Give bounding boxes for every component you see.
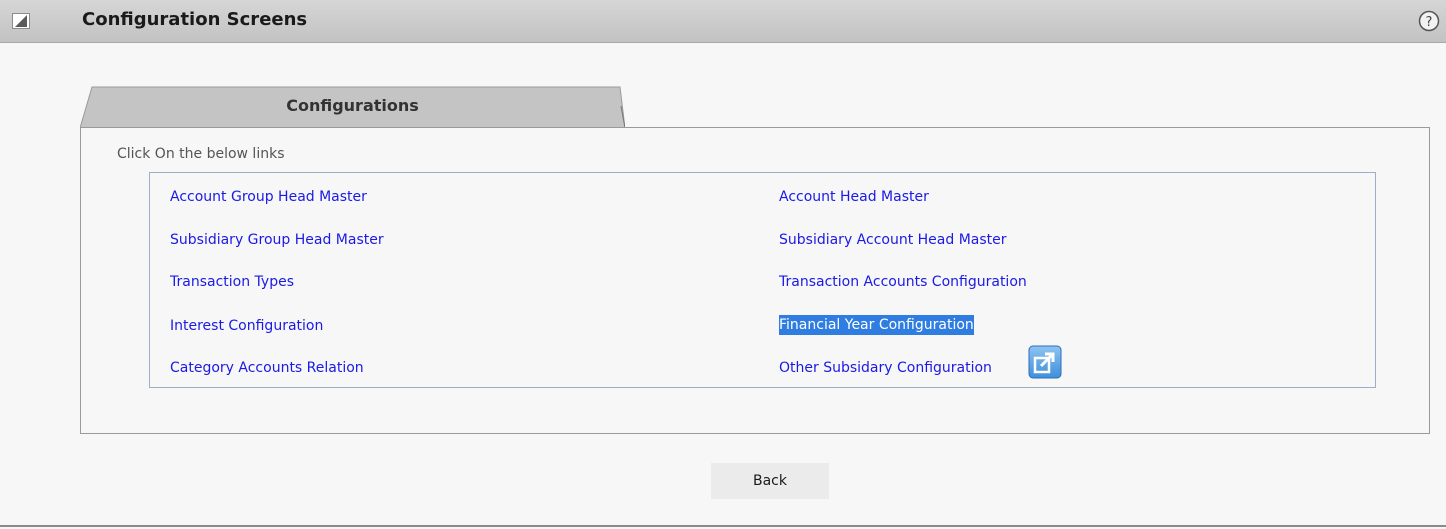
link-financial-year-configuration[interactable]: Financial Year Configuration xyxy=(779,315,974,335)
link-transaction-accounts-configuration[interactable]: Transaction Accounts Configuration xyxy=(779,272,1027,292)
link-account-group-head-master[interactable]: Account Group Head Master xyxy=(170,187,367,207)
link-interest-configuration[interactable]: Interest Configuration xyxy=(170,316,323,336)
link-category-accounts-relation[interactable]: Category Accounts Relation xyxy=(170,358,364,378)
instructions-text: Click On the below links xyxy=(117,146,285,162)
svg-text:?: ? xyxy=(1426,15,1433,30)
link-account-head-master[interactable]: Account Head Master xyxy=(779,187,929,207)
help-icon[interactable]: ? xyxy=(1418,10,1440,32)
tab-label: Configurations xyxy=(286,96,419,115)
links-box: Account Group Head Master Account Head M… xyxy=(149,172,1376,388)
link-other-subsidary-configuration[interactable]: Other Subsidary Configuration xyxy=(779,358,992,378)
link-subsidiary-group-head-master[interactable]: Subsidiary Group Head Master xyxy=(170,230,384,250)
configurations-panel: Click On the below links Account Group H… xyxy=(80,127,1430,434)
tab-configurations[interactable]: Configurations xyxy=(80,86,625,128)
link-transaction-types[interactable]: Transaction Types xyxy=(170,272,294,292)
title-bar: Configuration Screens ? xyxy=(0,0,1446,43)
collapse-icon[interactable] xyxy=(12,13,30,29)
external-link-icon[interactable] xyxy=(1027,344,1063,380)
page-title: Configuration Screens xyxy=(82,9,308,30)
bottom-divider xyxy=(0,525,1446,527)
back-button[interactable]: Back xyxy=(711,463,829,499)
link-subsidiary-account-head-master[interactable]: Subsidiary Account Head Master xyxy=(779,230,1007,250)
